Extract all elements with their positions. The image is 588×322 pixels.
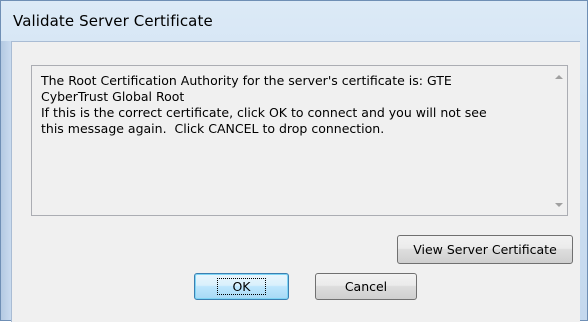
scroll-up-button[interactable]: [550, 68, 567, 85]
dialog-client-area: The Root Certification Authority for the…: [11, 41, 580, 322]
chevron-down-icon: [554, 202, 563, 207]
dialog-title: Validate Server Certificate: [13, 12, 213, 30]
scroll-down-button[interactable]: [550, 196, 567, 213]
chevron-up-icon: [554, 74, 563, 79]
ok-button-label: OK: [217, 278, 266, 295]
view-server-certificate-button[interactable]: View Server Certificate: [397, 235, 573, 264]
message-textbox[interactable]: The Root Certification Authority for the…: [31, 65, 568, 216]
cancel-button[interactable]: Cancel: [315, 273, 417, 300]
window-frame-left: [1, 41, 11, 320]
message-text: The Root Certification Authority for the…: [41, 73, 487, 136]
title-bar[interactable]: Validate Server Certificate: [1, 1, 587, 41]
dialog-window: Validate Server Certificate The Root Cer…: [0, 0, 588, 322]
cancel-button-label: Cancel: [344, 279, 388, 294]
vertical-scrollbar[interactable]: [550, 66, 567, 215]
ok-button[interactable]: OK: [194, 273, 289, 300]
view-server-certificate-label: View Server Certificate: [413, 242, 557, 257]
